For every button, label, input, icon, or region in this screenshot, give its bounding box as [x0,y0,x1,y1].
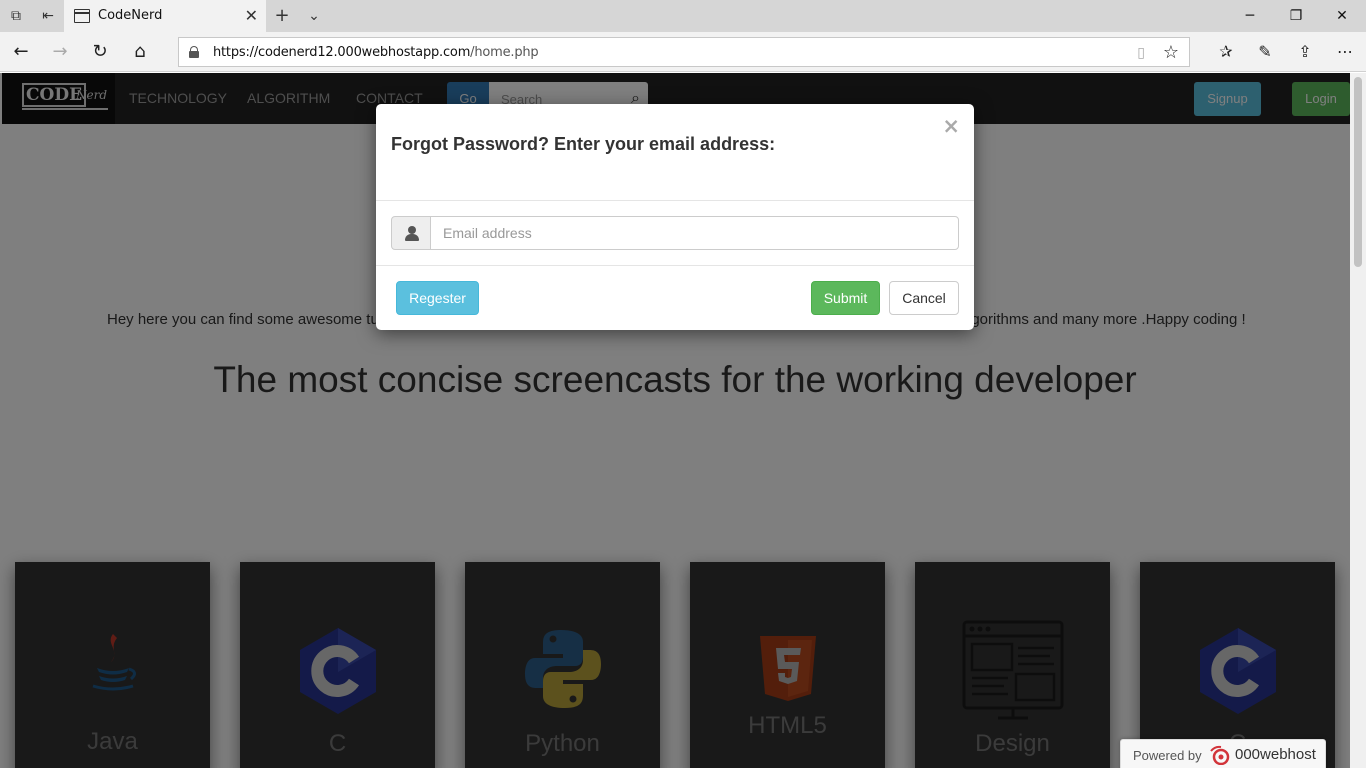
browser-titlebar: ⧉ ⇤ CodeNerd ✕ + ⌄ ─ ❐ ✕ [0,0,1366,32]
email-field[interactable] [430,216,959,250]
set-aside-icon[interactable]: ⇤ [40,8,56,24]
url-text: https://codenerd12.000webhostapp.com/hom… [213,45,539,60]
window-close-icon[interactable]: ✕ [1319,4,1365,28]
tab-title: CodeNerd [98,8,163,23]
modal-footer: Regester Submit Cancel [376,266,974,330]
close-icon[interactable]: × [942,116,960,137]
favorites-icon[interactable]: ✰ [1213,40,1239,64]
email-input-group [391,216,959,250]
new-tab-icon[interactable]: + [274,7,290,25]
forgot-password-modal: Forgot Password? Enter your email addres… [376,104,974,330]
forward-icon[interactable]: → [48,40,72,64]
email-addon [391,216,431,250]
regester-button[interactable]: Regester [396,281,479,315]
modal-header: Forgot Password? Enter your email addres… [376,104,974,201]
tab-preview-icon[interactable]: ⌄ [306,8,322,24]
tab-codenerd[interactable]: CodeNerd ✕ [64,0,266,32]
modal-title: Forgot Password? Enter your email addres… [391,134,776,154]
share-icon[interactable]: ⇪ [1292,40,1318,64]
more-icon[interactable]: ⋯ [1332,40,1358,64]
webhost-logo-icon [1210,745,1230,765]
submit-button[interactable]: Submit [811,281,880,315]
refresh-icon[interactable]: ↻ [88,40,112,64]
close-icon[interactable]: ✕ [245,6,258,25]
powered-by-badge[interactable]: Powered by 000webhost [1120,739,1326,768]
back-icon[interactable]: ← [9,40,33,64]
lock-icon [189,46,199,58]
home-icon[interactable]: ⌂ [128,40,152,64]
pen-icon[interactable]: ✎ [1252,40,1278,64]
modal-body [376,201,974,266]
cancel-button[interactable]: Cancel [889,281,959,315]
minimize-icon[interactable]: ─ [1227,4,1273,28]
address-toolbar: ← → ↻ ⌂ https://codenerd12.000webhostapp… [0,32,1366,72]
restore-icon[interactable]: ❐ [1273,4,1319,28]
reading-view-icon[interactable]: ▯ [1137,45,1145,61]
tab-actions-icon[interactable]: ⧉ [8,8,24,24]
url-bar[interactable]: https://codenerd12.000webhostapp.com/hom… [178,37,1190,67]
favorite-star-icon[interactable]: ☆ [1163,42,1179,63]
user-icon [405,226,419,241]
powered-by-text: Powered by [1133,748,1202,763]
page-icon [74,9,90,23]
scrollbar-thumb[interactable] [1354,77,1362,267]
powered-by-brand: 000webhost [1235,746,1316,763]
page-scrollbar[interactable] [1350,73,1366,768]
